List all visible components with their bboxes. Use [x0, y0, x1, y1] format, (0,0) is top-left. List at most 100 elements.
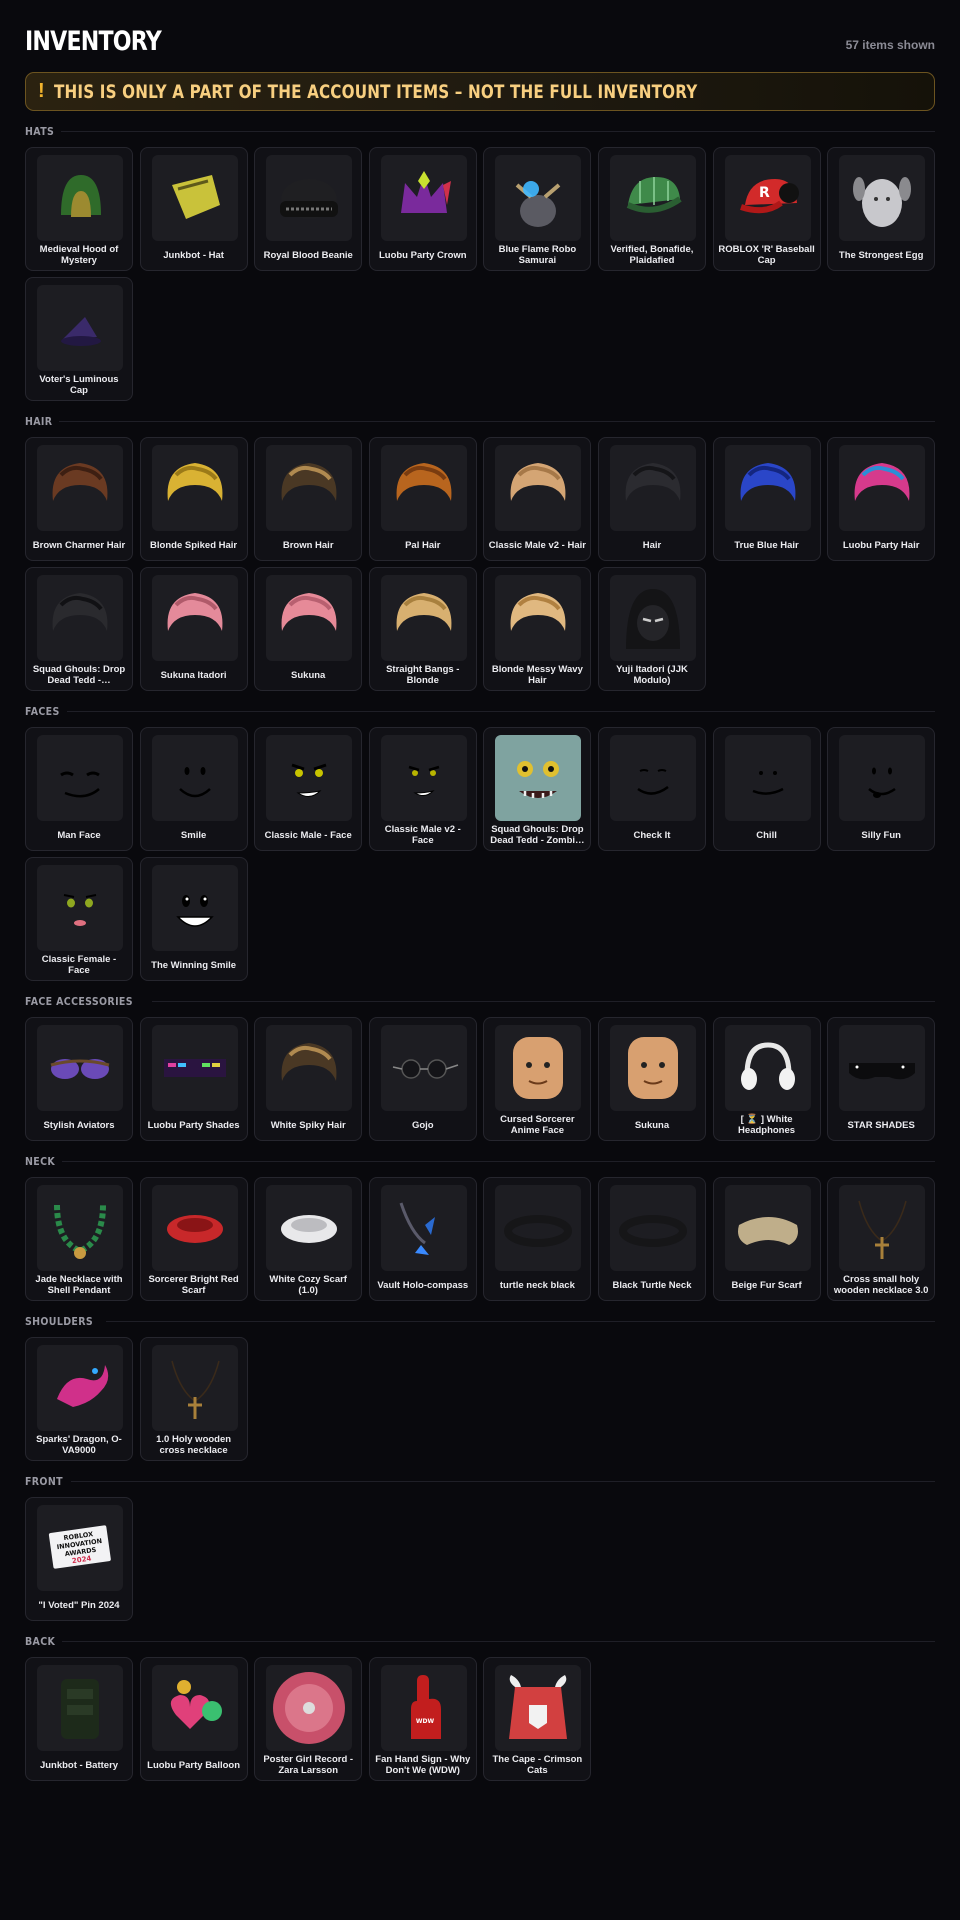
item-card[interactable]: White Cozy Scarf (1.0) [254, 1177, 363, 1301]
item-card[interactable]: White Spiky Hair [254, 1017, 363, 1141]
item-card[interactable]: Man Face [25, 727, 133, 851]
compass-icon [380, 1185, 467, 1271]
item-card[interactable]: Jade Necklace with Shell Pendant [25, 1177, 133, 1301]
item-label: Straight Bangs - Blonde [386, 664, 460, 686]
item-card[interactable]: Sparks' Dragon, O-VA9000 [25, 1337, 133, 1461]
sunglasses-icon [37, 1025, 123, 1111]
crown-icon [380, 155, 467, 241]
item-label: Squad Ghouls: Drop Dead Tedd - Zombi… [490, 824, 585, 846]
item-grid: Man Face Smile Classic Male - Face Classic … [25, 727, 936, 981]
hair-icon [151, 445, 238, 531]
item-label: "I Voted" Pin 2024 [38, 1599, 120, 1611]
item-card[interactable]: The Strongest Egg [827, 147, 936, 271]
item-card[interactable]: Silly Fun [827, 727, 936, 851]
item-card[interactable]: Junkbot - Battery [25, 1657, 133, 1781]
item-card[interactable]: ROBLOX INNOVATION AWARDS 2024 "I Voted" Pin … [25, 1497, 133, 1621]
item-card[interactable]: Sorcerer Bright Red Scarf [139, 1177, 248, 1301]
hair-icon [609, 445, 696, 531]
section-divider [58, 421, 935, 422]
item-card[interactable]: Beige Fur Scarf [712, 1177, 821, 1301]
item-card[interactable]: Royal Blood Beanie [254, 147, 363, 271]
item-grid: Brown Charmer Hair Blonde Spiked Hair Brow… [25, 437, 936, 691]
item-card[interactable]: 1.0 Holy wooden cross necklace [139, 1337, 248, 1461]
item-card[interactable]: Luobu Party Balloon [139, 1657, 248, 1781]
section-face-accessories: FACE ACCESSORIES Stylish Aviators Luobu Pa… [25, 995, 936, 1141]
item-card[interactable]: Hair [597, 437, 706, 561]
item-card[interactable]: Voter's Luminous Cap [25, 277, 133, 401]
item-card[interactable]: The Winning Smile [139, 857, 248, 981]
item-label: White Cozy Scarf (1.0) [269, 1274, 347, 1296]
item-card[interactable]: Sukuna [254, 567, 363, 691]
item-card[interactable]: Luobu Party Shades [139, 1017, 248, 1141]
item-card[interactable]: Luobu Party Crown [368, 147, 477, 271]
section-divider [152, 1001, 935, 1002]
face-icon [37, 735, 123, 821]
item-card[interactable]: Brown Charmer Hair [25, 437, 133, 561]
item-card[interactable]: Squad Ghouls: Drop Dead Tedd -… [25, 567, 133, 691]
item-card[interactable]: Classic Male - Face [254, 727, 363, 851]
face-icon [151, 865, 238, 951]
item-label: Blonde Messy Wavy Hair [491, 664, 583, 686]
item-card[interactable]: Sukuna [597, 1017, 706, 1141]
warning-text: THIS IS ONLY A PART OF THE ACCOUNT ITEMS… [54, 80, 698, 103]
hair-icon [266, 575, 353, 661]
head-icon [495, 1025, 582, 1111]
item-card[interactable]: Junkbot - Hat [139, 147, 248, 271]
hair-icon [380, 575, 467, 661]
hair-icon [495, 575, 582, 661]
item-label: Cross small holy wooden necklace 3.0 [833, 1274, 929, 1296]
item-label: Luobu Party Shades [147, 1119, 240, 1131]
item-card[interactable]: Squad Ghouls: Drop Dead Tedd - Zombi… [483, 727, 592, 851]
item-label: Blue Flame Robo Samurai [498, 244, 577, 266]
item-card[interactable]: R ROBLOX 'R' Baseball Cap [712, 147, 821, 271]
item-card[interactable]: Check It [597, 727, 706, 851]
item-card[interactable]: STAR SHADES [827, 1017, 936, 1141]
item-card[interactable]: Gojo [368, 1017, 477, 1141]
item-card[interactable]: Cross small holy wooden necklace 3.0 [827, 1177, 936, 1301]
round-glasses-icon [380, 1025, 467, 1111]
item-label: Medieval Hood of Mystery [39, 244, 119, 266]
item-label: Brown Hair [282, 539, 334, 551]
item-card[interactable]: Classic Female - Face [25, 857, 133, 981]
item-card[interactable]: Chill [712, 727, 821, 851]
item-label: Brown Charmer Hair [32, 539, 126, 551]
item-card[interactable]: Verified, Bonafide, Plaidafied [597, 147, 706, 271]
item-card[interactable]: [ ⏳ ] White Headphones [712, 1017, 821, 1141]
item-card[interactable]: Poster Girl Record - Zara Larsson [254, 1657, 363, 1781]
item-card[interactable]: Sukuna Itadori [139, 567, 248, 691]
item-card[interactable]: Classic Male v2 - Hair [483, 437, 592, 561]
item-card[interactable]: Medieval Hood of Mystery [25, 147, 133, 271]
section-divider [67, 711, 935, 712]
item-label: Fan Hand Sign - Why Don't We (WDW) [375, 1754, 471, 1776]
necklace-icon [37, 1185, 123, 1271]
item-card[interactable]: The Cape - Crimson Cats [483, 1657, 592, 1781]
item-label: Sparks' Dragon, O-VA9000 [36, 1434, 122, 1456]
item-label: Man Face [57, 829, 101, 841]
item-card[interactable]: Vault Holo-compass [368, 1177, 477, 1301]
item-card[interactable]: WDW Fan Hand Sign - Why Don't We (WDW) [368, 1657, 477, 1781]
item-card[interactable]: Straight Bangs - Blonde [368, 567, 477, 691]
item-card[interactable]: Blonde Messy Wavy Hair [483, 567, 592, 691]
item-card[interactable]: Luobu Party Hair [827, 437, 936, 561]
item-card[interactable]: Black Turtle Neck [597, 1177, 706, 1301]
item-grid: Junkbot - Battery Luobu Party Balloon Post… [25, 1657, 935, 1781]
shades-icon [839, 1025, 926, 1111]
item-card[interactable]: Blonde Spiked Hair [139, 437, 248, 561]
item-card[interactable]: Blue Flame Robo Samurai [483, 147, 592, 271]
item-label: Sorcerer Bright Red Scarf [148, 1274, 239, 1296]
item-card[interactable]: Pal Hair [368, 437, 477, 561]
item-card[interactable]: Cursed Sorcerer Anime Face [483, 1017, 592, 1141]
item-grid: Stylish Aviators Luobu Party Shades White … [25, 1017, 936, 1141]
item-card[interactable]: True Blue Hair [712, 437, 821, 561]
item-grid: Medieval Hood of Mystery Junkbot - Hat Roy… [25, 147, 936, 401]
item-card[interactable]: Brown Hair [254, 437, 363, 561]
collar-icon [495, 1185, 582, 1271]
item-label: Black Turtle Neck [612, 1279, 692, 1291]
item-card[interactable]: Stylish Aviators [25, 1017, 133, 1141]
item-card[interactable]: Classic Male v2 - Face [368, 727, 477, 851]
item-card[interactable]: Smile [139, 727, 248, 851]
item-label: The Strongest Egg [838, 249, 924, 261]
baseball-cap-icon: R [724, 155, 811, 241]
item-card[interactable]: turtle neck black [483, 1177, 592, 1301]
item-card[interactable]: Yuji Itadori (JJK Modulo) [597, 567, 706, 691]
